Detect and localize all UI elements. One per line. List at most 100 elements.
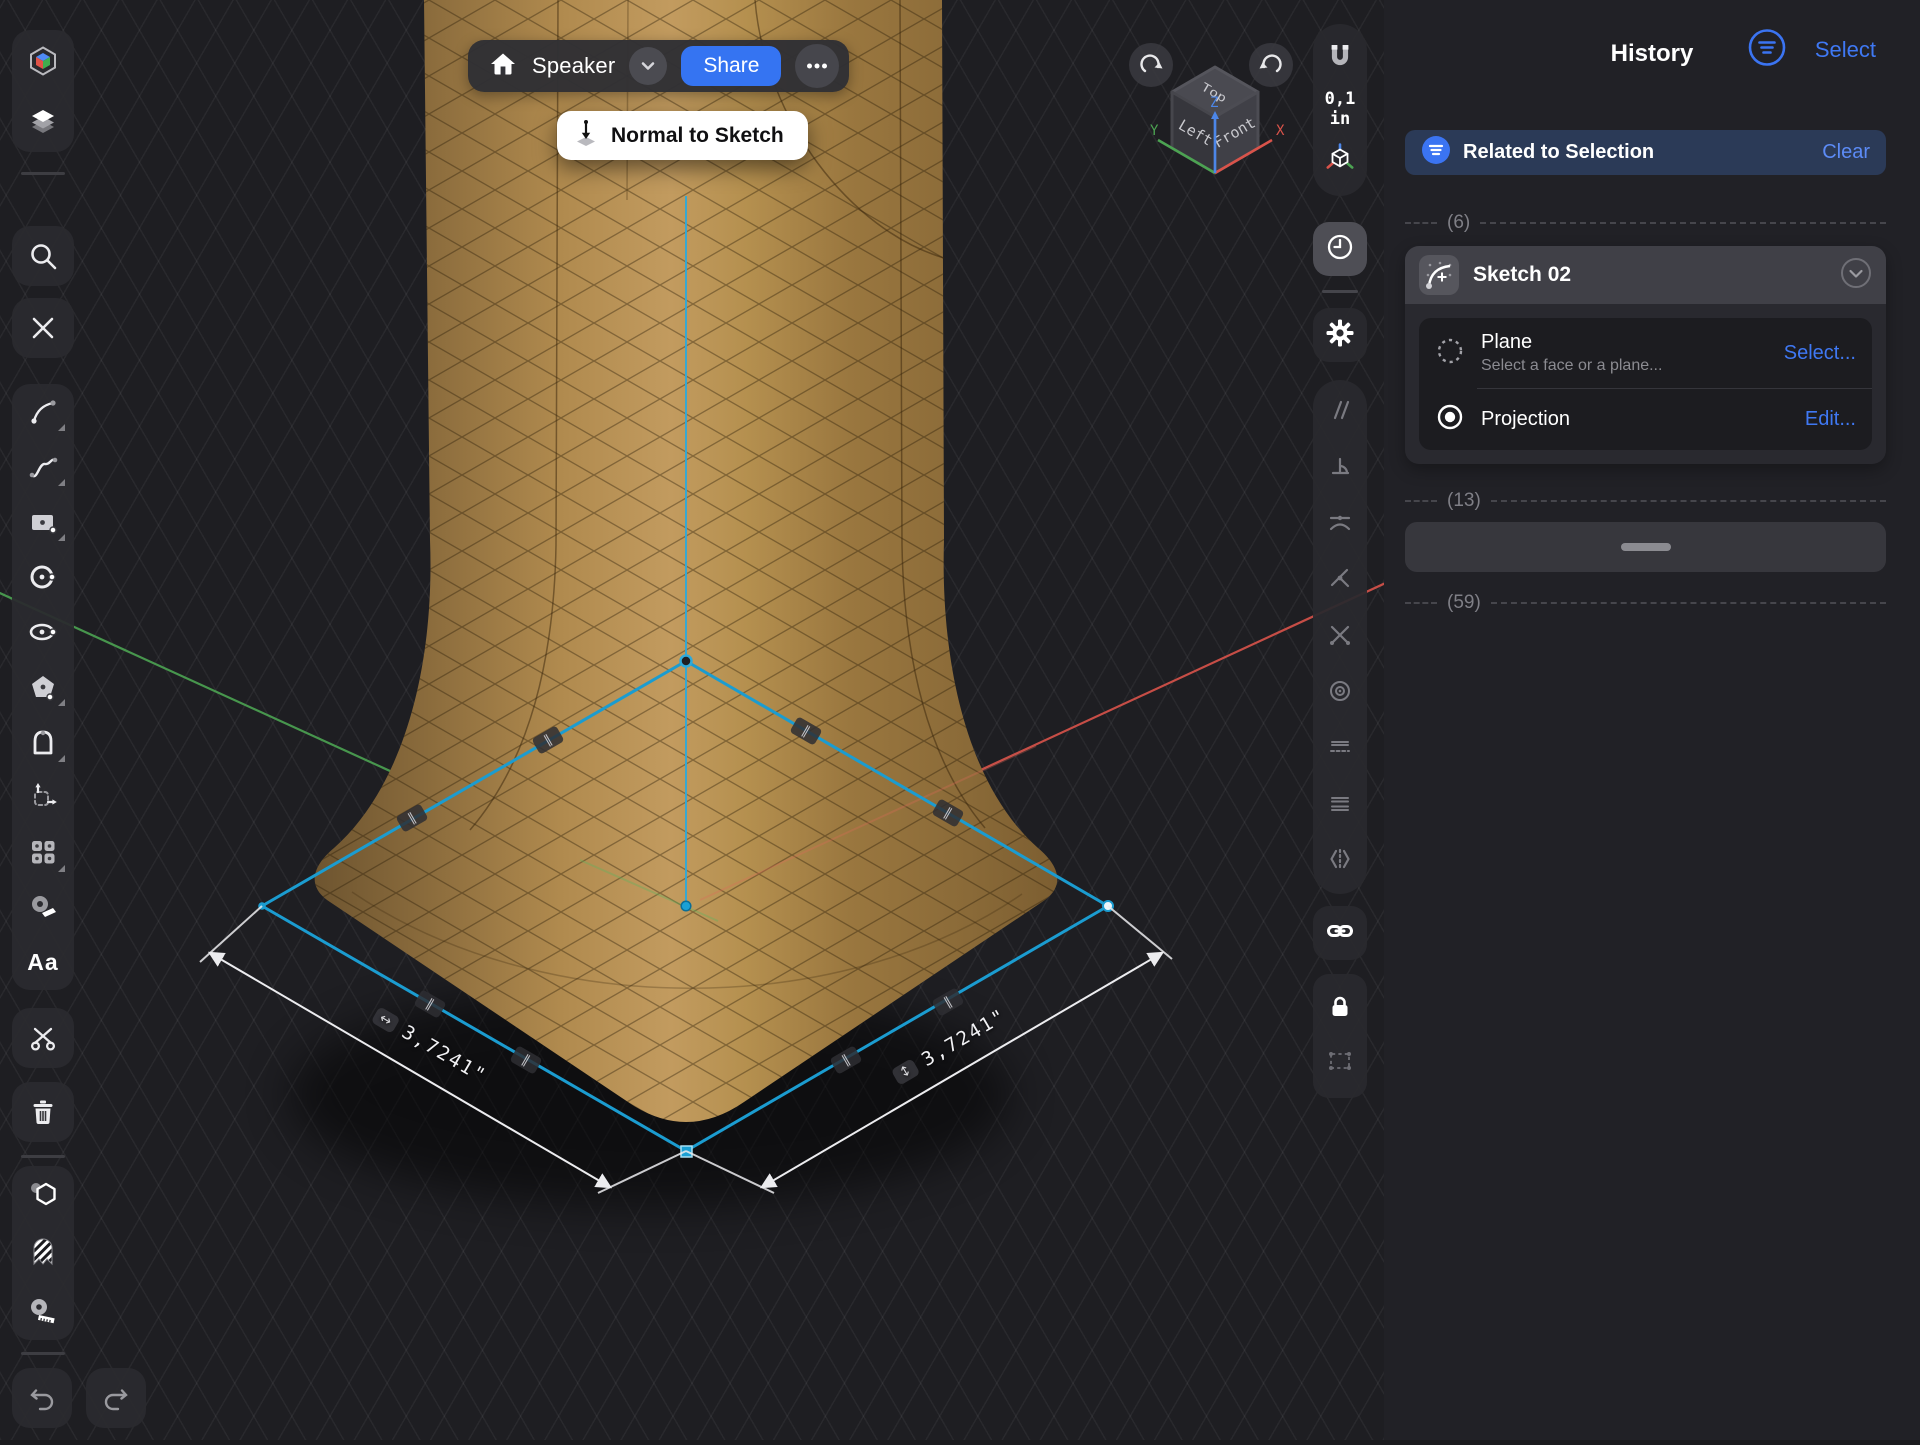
sketch-tools-group: Aa — [12, 384, 74, 990]
orientation-cube-icon[interactable] — [12, 33, 74, 88]
trim-scissors-icon[interactable] — [12, 1008, 74, 1068]
grid-spacing-value[interactable]: 0,1 in — [1325, 90, 1356, 129]
history-panel: History Select Related to Selection Clea… — [1384, 0, 1920, 1440]
ellipse-tool-icon[interactable] — [12, 604, 74, 659]
group-count: (6) — [1447, 212, 1470, 234]
spline-tool-icon[interactable] — [12, 439, 74, 494]
sketch-settings-button[interactable] — [1313, 308, 1367, 362]
point-on-line-icon[interactable] — [1327, 565, 1353, 596]
clear-filter-button[interactable]: Clear — [1822, 141, 1870, 164]
redo-icon[interactable] — [86, 1368, 146, 1428]
history-panel-header: History Select — [1384, 0, 1920, 104]
text-tool-icon[interactable]: Aa — [12, 935, 74, 990]
group-divider: (6) — [1405, 212, 1886, 234]
axis-y-label: Y — [1150, 123, 1159, 139]
collinear-icon[interactable] — [1327, 734, 1353, 765]
sketch-point-top[interactable] — [681, 656, 692, 667]
arch-tool-icon[interactable] — [12, 715, 74, 770]
group-count: (13) — [1447, 490, 1481, 512]
select-button[interactable]: Select — [1815, 37, 1876, 63]
normal-to-sketch-icon — [571, 118, 601, 153]
axis-cube-icon[interactable] — [1325, 143, 1355, 178]
search-icon[interactable] — [12, 226, 74, 286]
marquee-icon[interactable] — [1326, 1047, 1354, 1080]
constraints-toolbar — [1313, 380, 1367, 894]
home-icon[interactable] — [488, 49, 518, 84]
history-item-sketch-02[interactable]: Sketch 02 Plane Select a face or a plane… — [1405, 246, 1886, 464]
offset-tool-icon[interactable] — [12, 880, 74, 935]
sketch-item-header[interactable]: Sketch 02 — [1405, 246, 1886, 304]
plane-label: Plane — [1481, 331, 1768, 354]
projection-row[interactable]: Projection Edit... — [1419, 389, 1872, 450]
link-icon — [1325, 916, 1355, 951]
drag-handle — [1621, 543, 1671, 551]
material-hexagon-icon[interactable] — [12, 1168, 74, 1223]
polygon-tool-icon[interactable] — [12, 659, 74, 714]
undo-icon[interactable] — [12, 1368, 72, 1428]
popover-label: Normal to Sketch — [611, 124, 784, 148]
perpendicular-icon[interactable] — [1327, 453, 1353, 484]
history-clock-button[interactable] — [1313, 222, 1367, 276]
collapsed-history-group[interactable] — [1405, 522, 1886, 572]
group-divider: (13) — [1405, 490, 1886, 512]
scene-3d — [0, 0, 1384, 1440]
plane-select-button[interactable]: Select... — [1784, 342, 1856, 365]
link-constraint-button[interactable] — [1313, 906, 1367, 960]
equal-icon[interactable] — [1327, 790, 1353, 821]
move-tool-icon[interactable] — [12, 770, 74, 825]
plane-row[interactable]: Plane Select a face or a plane... Select… — [1419, 318, 1872, 388]
normal-to-sketch-popover[interactable]: Normal to Sketch — [557, 111, 808, 160]
parallel-icon[interactable] — [1327, 397, 1353, 428]
group-divider: (59) — [1405, 592, 1886, 614]
chevron-down-icon[interactable] — [629, 47, 667, 85]
symmetric-icon[interactable] — [1327, 846, 1353, 877]
rail-divider — [1322, 290, 1358, 293]
circle-tool-icon[interactable] — [12, 549, 74, 604]
close-icon[interactable] — [12, 298, 74, 358]
filter-icon[interactable] — [1747, 28, 1787, 73]
magnet-icon[interactable] — [1325, 42, 1355, 77]
related-to-selection-filter[interactable]: Related to Selection Clear — [1405, 130, 1886, 175]
view-tools-group — [12, 30, 74, 152]
sketch-icon — [1419, 255, 1459, 295]
view-cube[interactable]: Top Left Front Y X Z — [1140, 55, 1290, 205]
section-hatch-icon[interactable] — [12, 1226, 74, 1281]
gear-icon — [1325, 318, 1355, 353]
sketch-item-title: Sketch 02 — [1473, 263, 1826, 287]
toolbar-divider — [21, 1352, 65, 1355]
lock-icon[interactable] — [1326, 993, 1354, 1026]
rectangle-tool-icon[interactable] — [12, 494, 74, 549]
modeling-canvas[interactable]: ↔ 3,7241" ↕ 3,7241" ∥ ∥ ∥ ∥ ∥ ∥ ∥ ∥ — [0, 0, 1384, 1440]
document-toolbar: Speaker Share — [468, 40, 849, 92]
intersection-icon[interactable] — [1327, 622, 1353, 653]
lock-toolbar — [1313, 974, 1367, 1098]
dashed-circle-icon — [1435, 336, 1465, 371]
plane-sublabel: Select a face or a plane... — [1481, 357, 1768, 375]
document-title[interactable]: Speaker — [532, 53, 615, 79]
measure-tape-icon[interactable] — [12, 1284, 74, 1339]
share-button[interactable]: Share — [681, 46, 781, 86]
filter-filled-icon — [1421, 135, 1451, 170]
layers-icon[interactable] — [12, 94, 74, 149]
projection-label: Projection — [1481, 408, 1789, 431]
snap-settings-pill[interactable]: 0,1 in — [1313, 24, 1367, 196]
pattern-tool-icon[interactable] — [12, 825, 74, 880]
clock-icon — [1324, 231, 1356, 268]
tangent-icon[interactable] — [1327, 509, 1353, 540]
ellipsis-icon[interactable] — [795, 44, 839, 88]
app-window: ↔ 3,7241" ↕ 3,7241" ∥ ∥ ∥ ∥ ∥ ∥ ∥ ∥ Spea… — [0, 0, 1920, 1440]
toolbar-divider — [21, 1155, 65, 1158]
sketch-item-body: Plane Select a face or a plane... Select… — [1405, 304, 1886, 464]
projection-edit-button[interactable]: Edit... — [1805, 408, 1856, 431]
arc-tool-icon[interactable] — [12, 384, 74, 439]
filter-label: Related to Selection — [1463, 141, 1810, 164]
concentric-icon[interactable] — [1327, 678, 1353, 709]
toolbar-divider — [21, 172, 65, 175]
group-count: (59) — [1447, 592, 1481, 614]
chevron-down-circle-icon[interactable] — [1840, 257, 1872, 294]
axis-x-label: X — [1276, 123, 1285, 139]
sketch-origin-point[interactable] — [681, 901, 691, 911]
delete-trash-icon[interactable] — [12, 1082, 74, 1142]
radio-icon — [1435, 402, 1465, 437]
axis-z-label: Z — [1210, 95, 1218, 111]
